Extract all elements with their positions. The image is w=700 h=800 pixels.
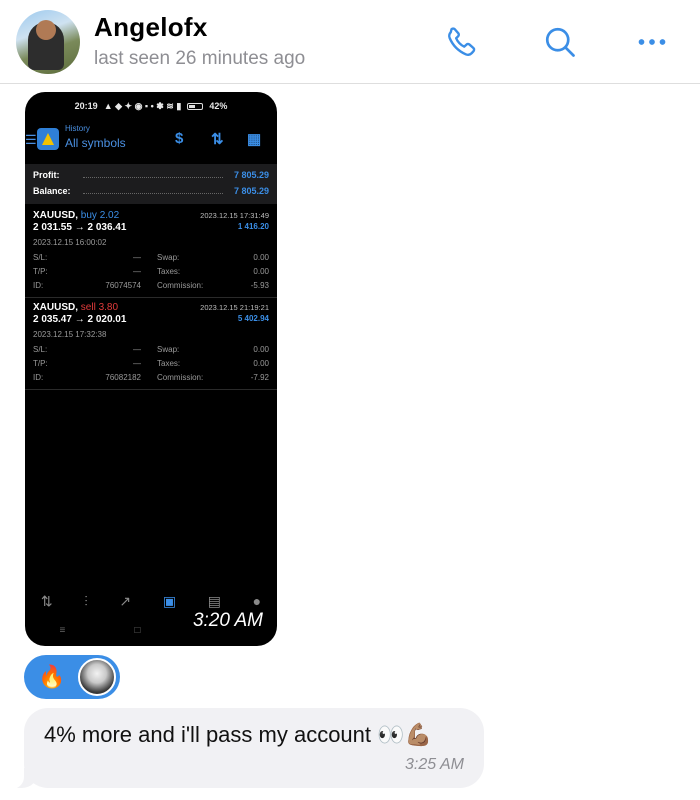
id-value: 76074574: [105, 281, 141, 290]
trade-symbol-text: XAUUSD,: [33, 210, 79, 221]
screenshot-history-label: History: [65, 124, 90, 133]
sl-value: —: [133, 345, 141, 354]
trade-detail-row: S/L: — Swap: 0.00: [33, 253, 269, 266]
messages-icon: ●: [252, 593, 262, 609]
trade-prices: 2 031.55 → 2 036.41: [33, 222, 127, 233]
image-message[interactable]: 20:19 ▲ ◆ ✦ ◉ ▪ • ✽ ≋ ▮ 42% ☰ History Al…: [25, 92, 277, 646]
calendar-icon: ▦: [247, 131, 262, 148]
news-icon: ▤: [207, 592, 221, 609]
trade-side: sell 3.80: [80, 302, 119, 313]
screenshot-symbols-label: All symbols: [65, 136, 126, 150]
trade-prices: 2 035.47 → 2 020.01: [33, 314, 127, 325]
screenshot-battery: 42%: [209, 101, 228, 111]
message-time: 3:25 AM: [405, 756, 464, 773]
trade-close-time: 2023.12.15 17:31:49: [200, 211, 269, 220]
taxes-value: 0.00: [253, 267, 269, 276]
balance-label: Balance:: [33, 186, 71, 196]
id-label: ID:: [33, 373, 44, 382]
trade-detail-row: S/L: — Swap: 0.00: [33, 345, 269, 358]
taxes-value: 0.00: [253, 359, 269, 368]
currency-icon: $: [175, 130, 184, 147]
sl-label: S/L:: [33, 345, 48, 354]
chart-icon: ⫶: [84, 592, 88, 609]
text-message[interactable]: 4% more and i'll pass my account 👀💪🏽 3:2…: [8, 708, 484, 789]
swap-label: Swap:: [157, 345, 180, 354]
screenshot-status-time: 20:19: [74, 101, 98, 111]
status-icons: ▲ ◆ ✦ ◉ ▪ • ✽ ≋ ▮: [103, 100, 182, 111]
trade-detail-row: ID: 76074574 Commission: -5.93: [33, 281, 269, 294]
reaction-pill[interactable]: 🔥: [24, 655, 120, 699]
tp-label: T/P:: [33, 359, 48, 368]
chat-area: 20:19 ▲ ◆ ✦ ◉ ▪ • ✽ ≋ ▮ 42% ☰ History Al…: [0, 85, 700, 800]
dotted-leader: [83, 177, 223, 178]
trade-detail-row: T/P: — Taxes: 0.00: [33, 267, 269, 280]
fire-emoji: 🔥: [38, 664, 66, 689]
trade-open-time: 2023.12.15 17:32:38: [33, 330, 107, 339]
trade-item: XAUUSD, sell 3.80 2023.12.15 21:19:21 2 …: [33, 302, 269, 386]
contact-avatar[interactable]: [16, 10, 80, 74]
reactor-avatar: [78, 658, 116, 696]
trade-symbol-text: XAUUSD,: [33, 302, 79, 313]
commission-label: Commission:: [157, 281, 204, 290]
trade-divider: [25, 389, 277, 390]
sort-icon: ⇅: [211, 131, 224, 148]
profit-row: Profit: 7 805.29: [33, 170, 269, 184]
quotes-icon: ⇅: [40, 592, 53, 609]
tp-label: T/P:: [33, 267, 48, 276]
avatar-face-shape: [36, 20, 56, 40]
trade-symbol: XAUUSD, sell 3.80: [33, 302, 118, 313]
sl-label: S/L:: [33, 253, 48, 262]
trade-item: XAUUSD, buy 2.02 2023.12.15 17:31:49 2 0…: [33, 210, 269, 294]
dotted-leader: [83, 193, 223, 194]
profit-label: Profit:: [33, 170, 60, 180]
profit-value: 7 805.29: [233, 170, 269, 180]
sl-value: —: [133, 253, 141, 262]
contact-name[interactable]: Angelofx: [94, 12, 208, 43]
id-value: 76082182: [105, 373, 141, 382]
trade-icon: ↗: [119, 592, 132, 609]
phone-icon[interactable]: [442, 22, 482, 62]
message-time: 3:20 AM: [192, 610, 263, 631]
taxes-label: Taxes:: [157, 359, 181, 368]
history-icon: ▣: [162, 592, 177, 609]
trade-detail-row: T/P: — Taxes: 0.00: [33, 359, 269, 372]
swap-value: 0.00: [253, 253, 269, 262]
screenshot-system-nav: ≡ □: [25, 620, 175, 640]
trade-side: buy 2.02: [80, 210, 120, 221]
screenshot-summary: Profit: 7 805.29 Balance: 7 805.29: [25, 164, 277, 204]
screenshot-status-bar: 20:19 ▲ ◆ ✦ ◉ ▪ • ✽ ≋ ▮ 42%: [25, 92, 277, 120]
message-text: 4% more and i'll pass my account 👀💪🏽: [44, 722, 432, 747]
trade-detail-row: ID: 76082182 Commission: -7.92: [33, 373, 269, 386]
recent-apps-icon: ≡: [59, 624, 66, 636]
balance-value: 7 805.29: [233, 186, 269, 196]
id-label: ID:: [33, 281, 44, 290]
swap-value: 0.00: [253, 345, 269, 354]
trade-close-time: 2023.12.15 21:19:21: [200, 303, 269, 312]
swap-label: Swap:: [157, 253, 180, 262]
tp-value: —: [133, 359, 141, 368]
battery-icon: [187, 102, 204, 110]
last-seen-status: last seen 26 minutes ago: [94, 48, 306, 69]
trade-symbol: XAUUSD, buy 2.02: [33, 210, 119, 221]
trade-divider: [25, 297, 277, 298]
trade-open-time: 2023.12.15 16:00:02: [33, 238, 107, 247]
menu-icon: ☰: [25, 132, 37, 147]
search-icon[interactable]: [540, 22, 580, 62]
trade-profit: 5 402.94: [237, 314, 269, 323]
tp-value: —: [133, 267, 141, 276]
balance-row: Balance: 7 805.29: [33, 186, 269, 200]
commission-label: Commission:: [157, 373, 204, 382]
taxes-label: Taxes:: [157, 267, 181, 276]
screenshot-topbar: ☰ History All symbols $ ⇅ ▦: [25, 120, 277, 162]
home-icon: □: [134, 624, 141, 636]
chat-header: Angelofx last seen 26 minutes ago: [0, 0, 700, 84]
more-icon[interactable]: [632, 22, 672, 62]
commission-value: -5.93: [250, 281, 269, 290]
app-logo-icon: [37, 128, 59, 150]
trade-profit: 1 416.20: [237, 222, 269, 231]
commission-value: -7.92: [250, 373, 269, 382]
